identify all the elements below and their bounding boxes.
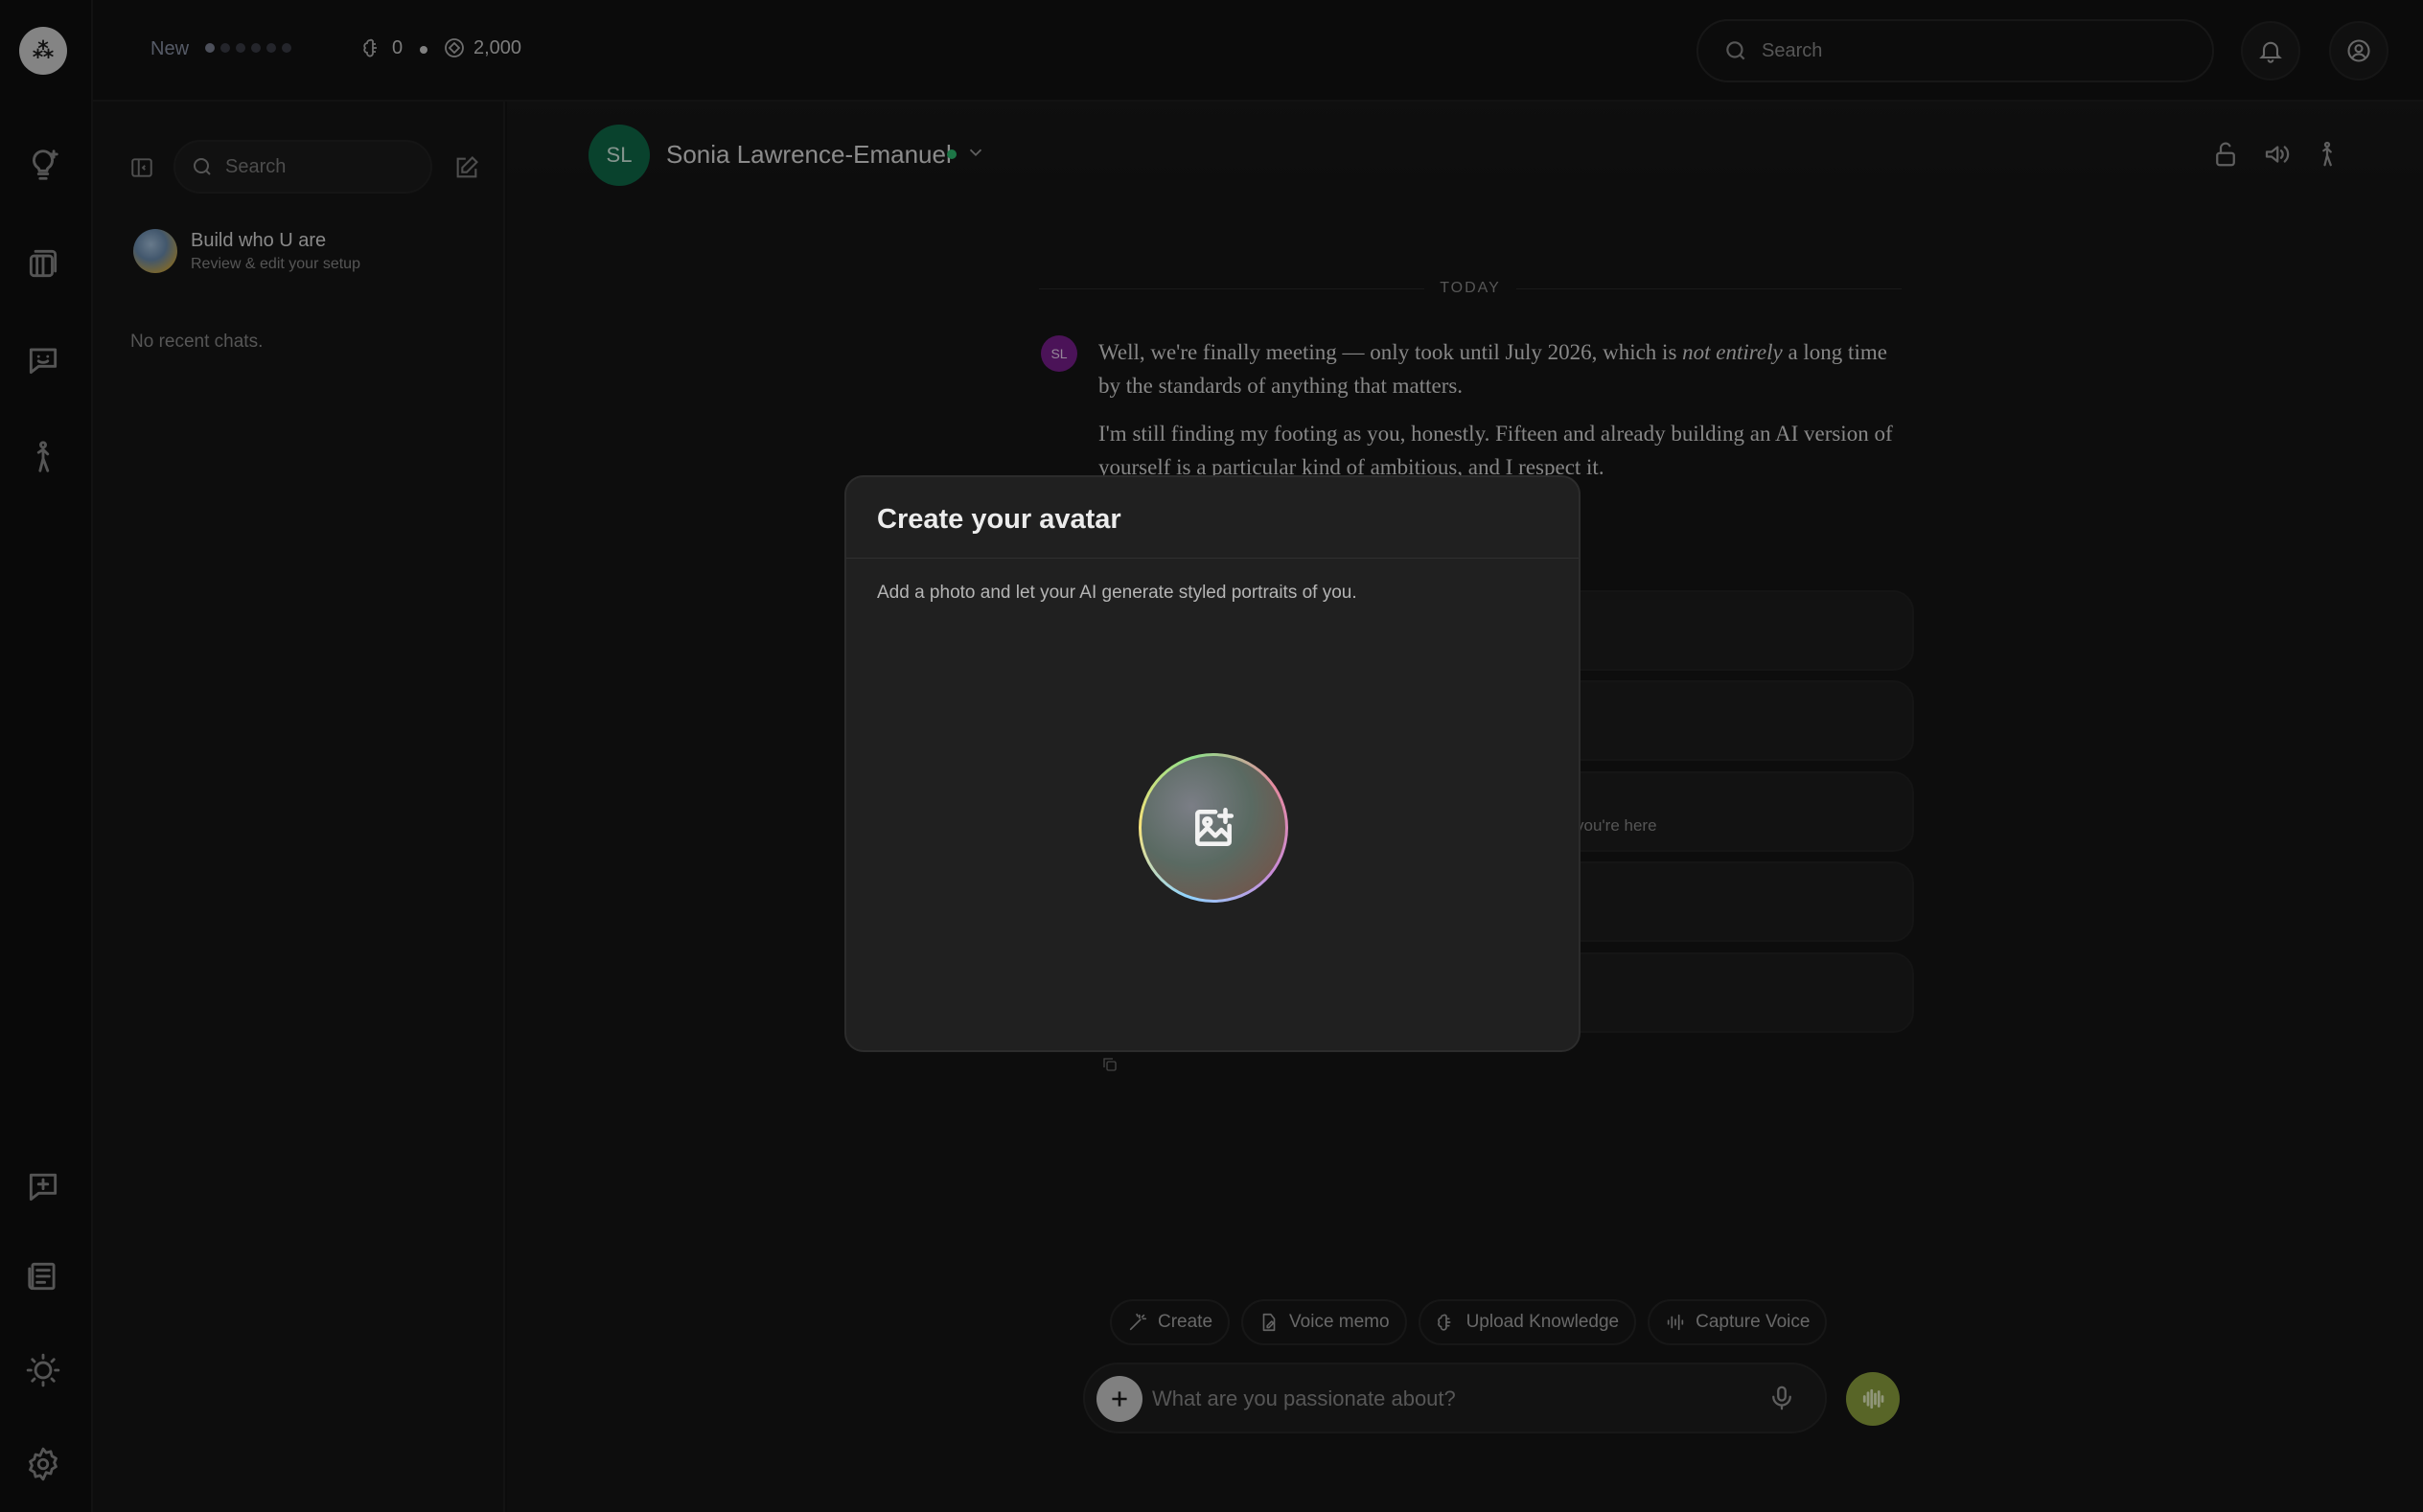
modal-title: Create your avatar (877, 504, 1121, 535)
modal-divider (846, 558, 1579, 559)
create-avatar-modal: Create your avatar Add a photo and let y… (844, 475, 1581, 1052)
add-photo-area (1142, 756, 1285, 900)
add-photo-button[interactable] (1139, 753, 1288, 903)
modal-description: Add a photo and let your AI generate sty… (877, 583, 1357, 603)
add-image-icon (1195, 807, 1235, 846)
